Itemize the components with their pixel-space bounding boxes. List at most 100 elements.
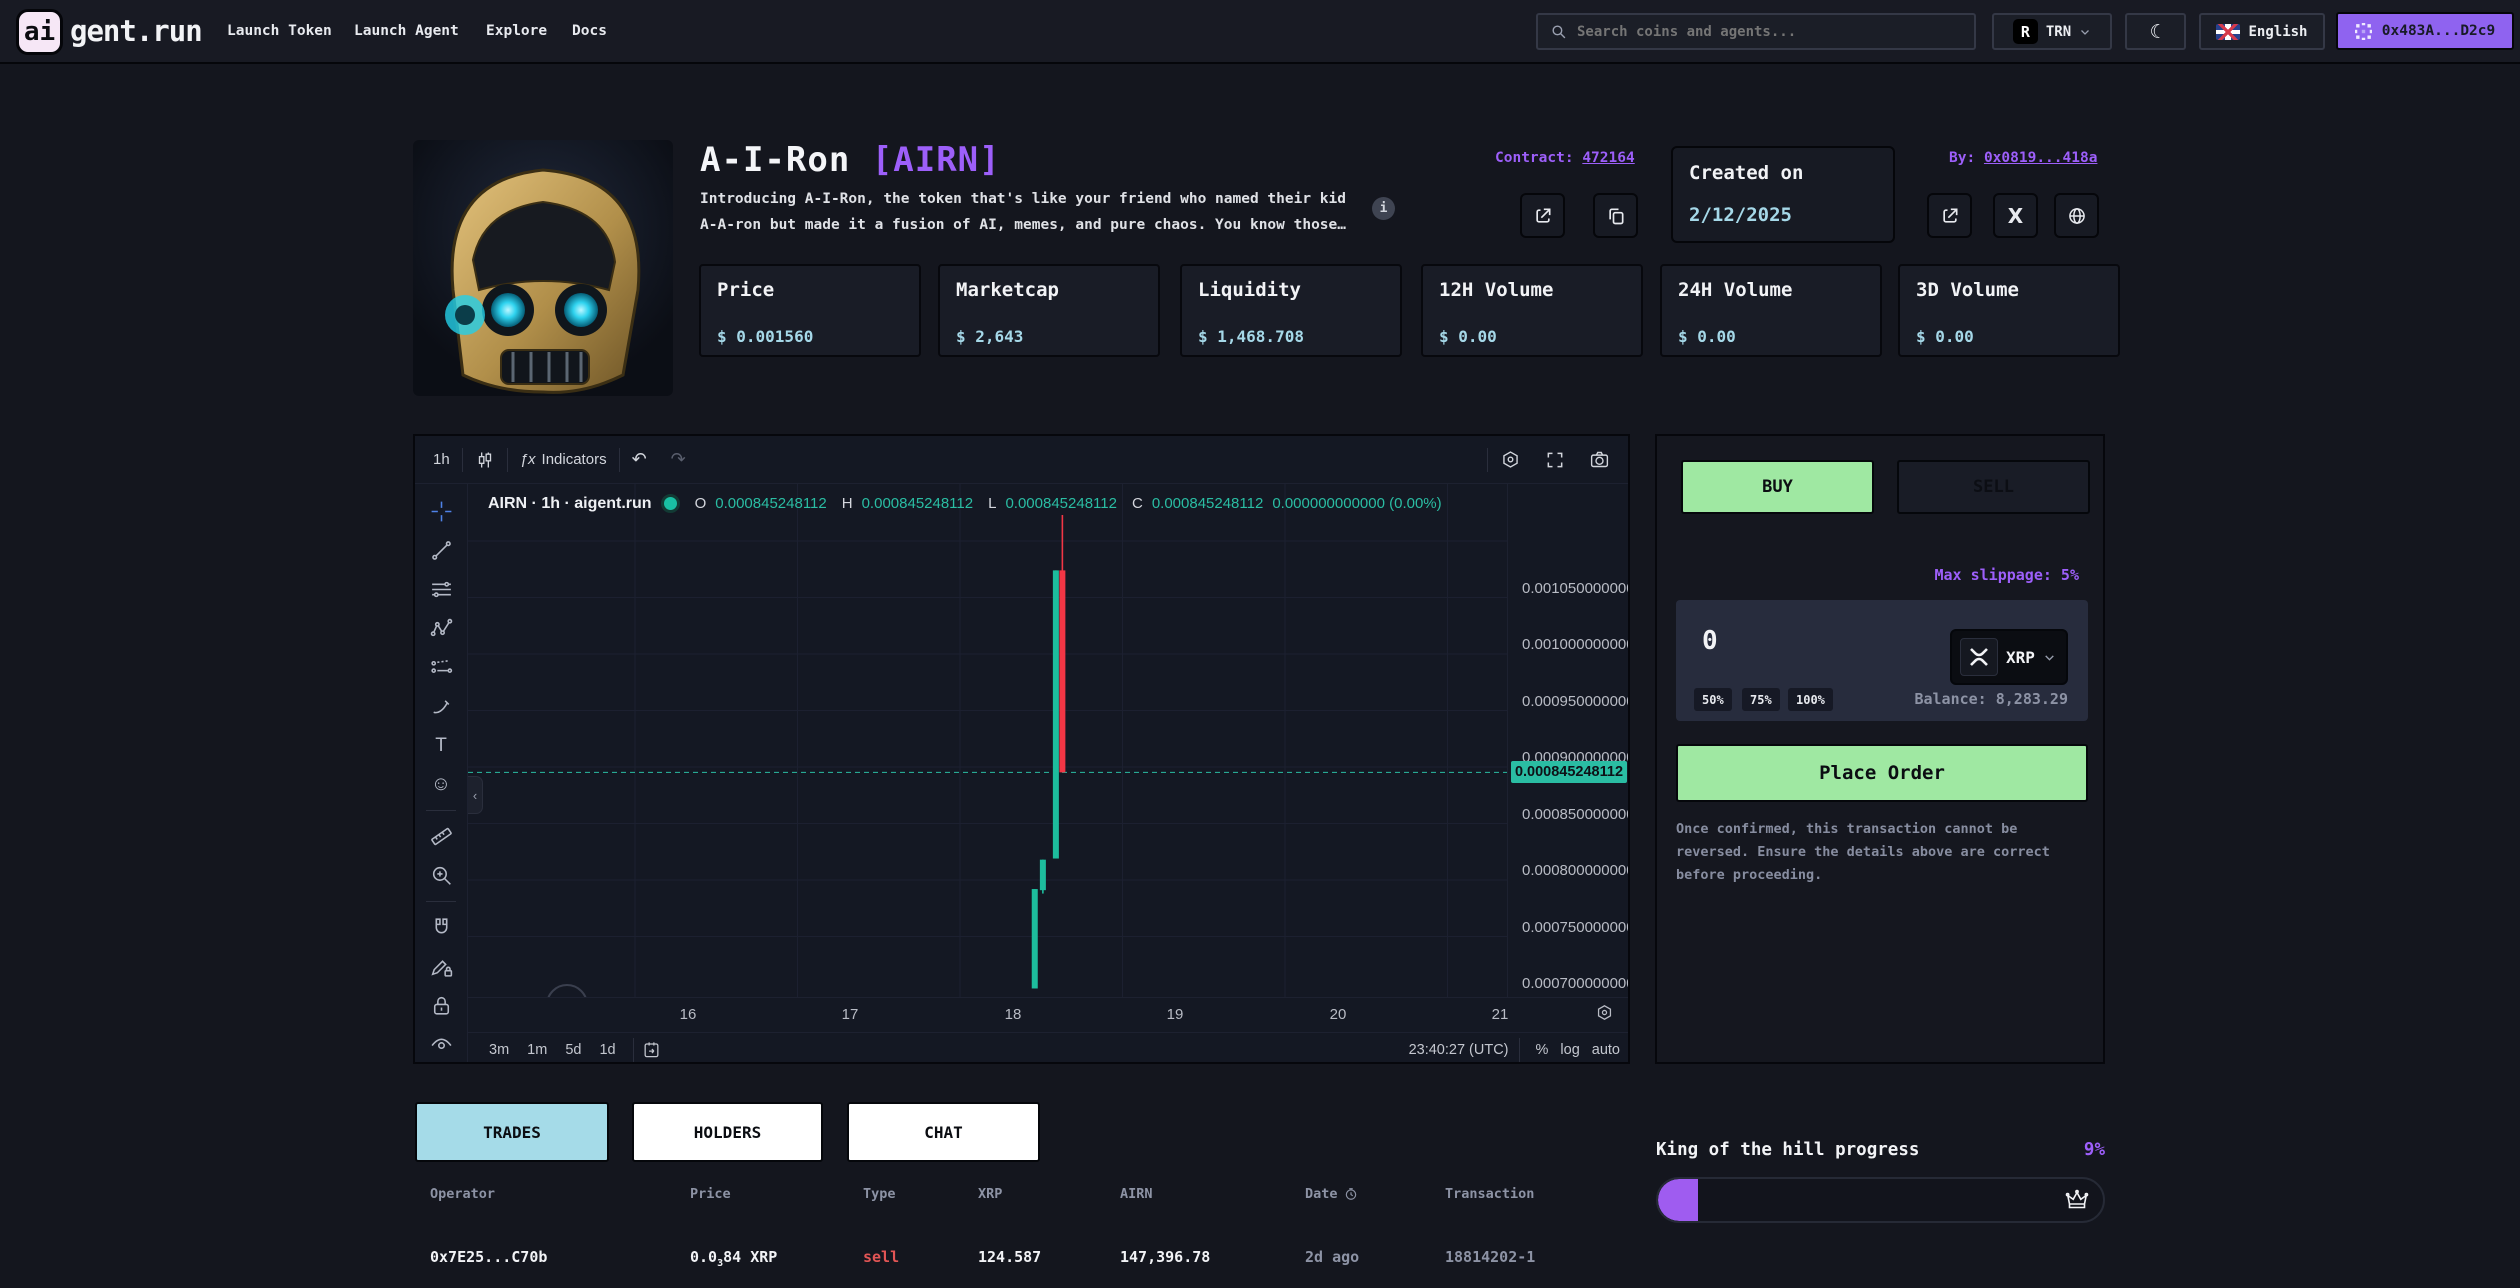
amount-panel: XRP 50% 75% 100% Balance: 8,283.29 — [1676, 600, 2088, 721]
fullscreen-button[interactable] — [1533, 450, 1577, 470]
trendline-tool[interactable] — [428, 537, 455, 564]
lock-tool[interactable] — [428, 992, 455, 1019]
by-label: By: — [1949, 150, 1975, 166]
text-tool[interactable]: T — [428, 732, 455, 759]
percent-75-button[interactable]: 75% — [1742, 688, 1780, 711]
range-3m-button[interactable]: 3m — [480, 1042, 518, 1058]
max-slippage[interactable]: Max slippage: 5% — [1935, 566, 2080, 584]
buy-tab[interactable]: BUY — [1681, 460, 1874, 514]
stat-price: Price$ 0.001560 — [699, 264, 921, 357]
place-order-button[interactable]: Place Order — [1676, 744, 2088, 802]
cell-xrp: 124.587 — [978, 1248, 1041, 1266]
network-select[interactable]: R TRN — [1992, 13, 2112, 50]
time-axis[interactable]: 16 17 18 19 20 21 — [468, 997, 1630, 1032]
current-price-tag: 0.000845248112 — [1511, 761, 1627, 783]
koth-progress-bar — [1656, 1177, 2105, 1223]
koth-percent: 9% — [2084, 1140, 2105, 1160]
candles-icon — [475, 450, 495, 470]
eye-tool[interactable] — [428, 1031, 455, 1058]
stat-marketcap: Marketcap$ 2,643 — [938, 264, 1160, 357]
price-axis[interactable]: 0.001050000000 0.001000000000 0.00095000… — [1507, 484, 1630, 997]
crown-icon — [2065, 1189, 2089, 1215]
nav-link-launch-agent[interactable]: Launch Agent — [354, 0, 459, 62]
nav-link-explore[interactable]: Explore — [486, 0, 547, 62]
chart-settings-button[interactable] — [1488, 449, 1533, 470]
emoji-tool[interactable]: ☺ — [428, 771, 455, 798]
axis-settings-icon[interactable] — [1595, 1003, 1614, 1027]
logo-text[interactable]: gent.run — [70, 0, 202, 62]
cell-airn: 147,396.78 — [1120, 1248, 1210, 1266]
website-button[interactable] — [2054, 193, 2099, 238]
interval-button[interactable]: 1h — [421, 451, 462, 468]
ruler-tool[interactable] — [428, 823, 455, 850]
contract-explorer-button[interactable] — [1520, 193, 1565, 238]
language-select[interactable]: English — [2199, 13, 2325, 50]
language-label: English — [2248, 24, 2307, 40]
info-icon[interactable]: i — [1372, 197, 1395, 220]
cell-price: 0.0384 XRP — [690, 1248, 777, 1269]
created-value: 2/12/2025 — [1689, 204, 1877, 226]
contract-link[interactable]: 472164 — [1582, 150, 1634, 166]
creator-row: By: 0x0819...418a — [1949, 150, 2097, 166]
col-airn: AIRN — [1120, 1186, 1153, 1202]
created-on-card: Created on 2/12/2025 — [1671, 146, 1895, 243]
col-transaction: Transaction — [1445, 1186, 1534, 1202]
theme-toggle-button[interactable]: ☾ — [2125, 13, 2186, 50]
chart-plot-area[interactable]: AIRN · 1h · aigent.run O0.000845248112 H… — [468, 484, 1507, 997]
chart-clock[interactable]: 23:40:27 (UTC) — [1409, 1042, 1509, 1058]
range-1m-button[interactable]: 1m — [518, 1042, 556, 1058]
nav-link-launch-token[interactable]: Launch Token — [227, 0, 332, 62]
cell-operator[interactable]: 0x7E25...C70b — [430, 1248, 547, 1266]
range-1d-button[interactable]: 1d — [590, 1042, 624, 1058]
col-type: Type — [863, 1186, 896, 1202]
forecast-tool[interactable] — [428, 654, 455, 681]
indicators-button[interactable]: ƒx Indicators — [508, 451, 619, 468]
percent-scale-button[interactable]: % — [1530, 1042, 1555, 1058]
clock-icon — [1344, 1187, 1358, 1201]
brush-tool[interactable] — [428, 693, 455, 720]
search-icon — [1550, 23, 1567, 40]
nav-link-docs[interactable]: Docs — [572, 0, 607, 62]
fx-icon: ƒx — [520, 451, 536, 468]
candle-style-button[interactable] — [463, 450, 507, 470]
cell-transaction[interactable]: 18814202-1 — [1445, 1248, 1535, 1266]
creator-link[interactable]: 0x0819...418a — [1984, 150, 2098, 166]
cell-type: sell — [863, 1248, 899, 1266]
currency-label: XRP — [2006, 648, 2035, 667]
log-scale-button[interactable]: log — [1554, 1042, 1585, 1058]
undo-button[interactable]: ↶ — [620, 449, 659, 470]
creator-explorer-button[interactable] — [1927, 193, 1972, 238]
sell-tab[interactable]: SELL — [1897, 460, 2090, 514]
tab-holders[interactable]: HOLDERS — [632, 1102, 823, 1162]
range-5d-button[interactable]: 5d — [556, 1042, 590, 1058]
candlestick-chart — [468, 484, 1507, 997]
auto-scale-button[interactable]: auto — [1586, 1042, 1626, 1058]
crosshair-tool[interactable] — [428, 498, 455, 525]
search-input[interactable] — [1577, 24, 1937, 40]
col-date[interactable]: Date — [1305, 1186, 1358, 1202]
currency-select[interactable]: XRP — [1950, 629, 2068, 685]
copy-contract-button[interactable] — [1593, 193, 1638, 238]
goto-date-button[interactable] — [642, 1040, 661, 1059]
collapse-toolbar-handle[interactable]: ‹ — [468, 776, 483, 814]
amount-input[interactable] — [1702, 626, 1902, 656]
tab-chat[interactable]: CHAT — [847, 1102, 1040, 1162]
trade-panel: BUY SELL Max slippage: 5% XRP 50% 75% 10… — [1655, 434, 2105, 1064]
screenshot-button[interactable] — [1577, 449, 1622, 470]
col-xrp: XRP — [978, 1186, 1002, 1202]
wallet-button[interactable]: 0x483A...D2c9 — [2336, 12, 2514, 50]
drawing-lock-tool[interactable] — [428, 953, 455, 980]
tab-trades[interactable]: TRADES — [415, 1102, 609, 1162]
camera-icon — [1589, 449, 1610, 470]
globe-icon — [2067, 206, 2087, 226]
percent-100-button[interactable]: 100% — [1788, 688, 1833, 711]
zoom-in-tool[interactable] — [428, 862, 455, 889]
twitter-button[interactable]: X — [1993, 193, 2038, 238]
logo-icon[interactable]: ai — [16, 9, 63, 55]
balance-text: Balance: 8,283.29 — [1914, 690, 2068, 708]
magnet-tool[interactable] — [428, 914, 455, 941]
percent-50-button[interactable]: 50% — [1694, 688, 1732, 711]
redo-button[interactable]: ↷ — [659, 449, 698, 470]
pattern-tool[interactable] — [428, 615, 455, 642]
horizontal-lines-tool[interactable] — [428, 576, 455, 603]
